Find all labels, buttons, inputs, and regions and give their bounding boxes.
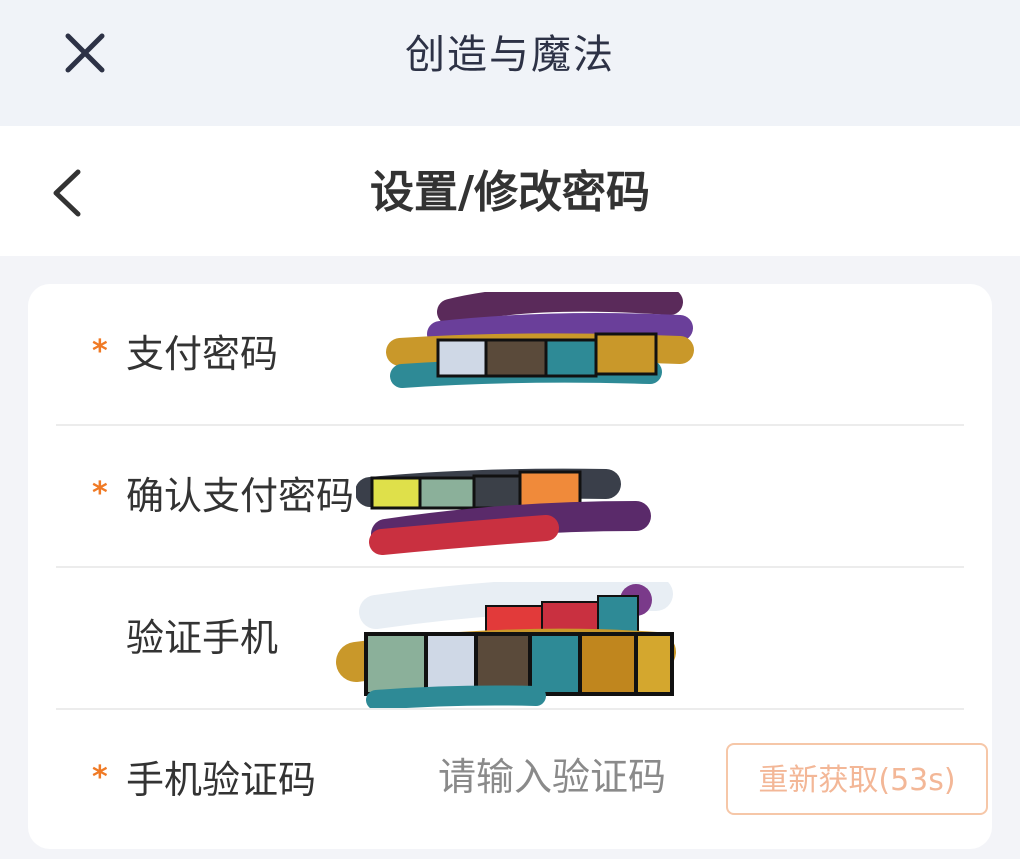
sms-code-label: 手机验证码	[126, 758, 317, 802]
form-row-pay-password: * 支付密码	[56, 284, 964, 426]
app-header: 创造与魔法	[0, 0, 1020, 126]
app-title: 创造与魔法	[405, 32, 615, 78]
required-mark: *	[92, 760, 108, 795]
pay-password-input[interactable]	[380, 292, 710, 404]
confirm-password-input[interactable]	[356, 456, 686, 555]
form-row-verify-phone: 验证手机	[56, 568, 964, 710]
redaction-scribble	[336, 582, 676, 710]
page-navbar: 设置/修改密码	[0, 126, 1020, 256]
form-row-sms-code: * 手机验证码 请输入验证码 重新获取(53s)	[56, 710, 988, 852]
page-title: 设置/修改密码	[369, 167, 651, 218]
phone-number-value	[336, 582, 676, 710]
redaction-scribble	[356, 468, 651, 555]
pay-password-label: 支付密码	[126, 332, 279, 376]
redaction-scribble	[386, 292, 694, 388]
required-mark: *	[92, 334, 108, 369]
required-mark: *	[92, 476, 108, 511]
verify-phone-label: 验证手机	[126, 616, 279, 660]
sms-code-input[interactable]: 请输入验证码	[438, 752, 698, 802]
form-row-confirm-password: * 确认支付密码	[56, 426, 964, 568]
confirm-password-label: 确认支付密码	[126, 474, 355, 518]
password-form-card: * 支付密码 * 确认支付密码 验证手机 * 手机验证码 请输入验证码 重新获取…	[28, 284, 992, 849]
resend-code-button[interactable]: 重新获取(53s)	[726, 743, 988, 815]
